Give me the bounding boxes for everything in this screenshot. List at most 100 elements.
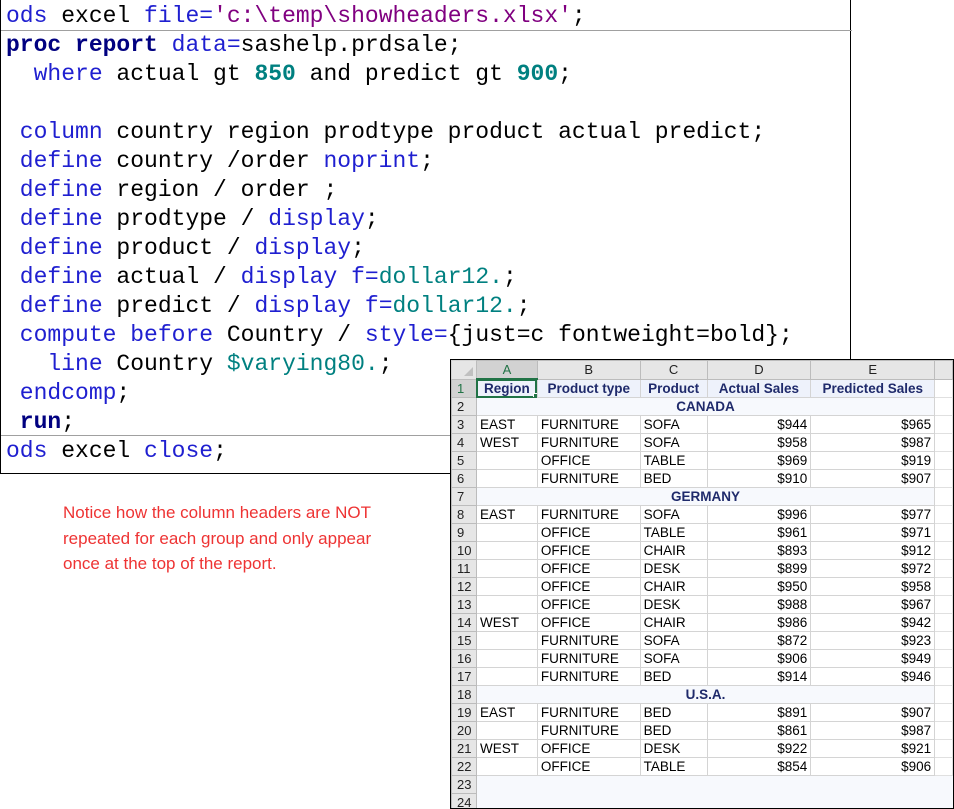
data-cell[interactable]: $988 [706, 595, 812, 614]
data-cell[interactable]: OFFICE [536, 451, 641, 470]
data-cell[interactable]: OFFICE [536, 541, 641, 560]
row-header[interactable]: 2 [451, 397, 477, 416]
data-cell[interactable]: OFFICE [536, 577, 641, 596]
empty-cell[interactable] [934, 631, 953, 650]
data-cell[interactable]: $977 [810, 505, 936, 524]
data-cell[interactable]: EAST [475, 505, 538, 524]
column-header-b[interactable]: B [536, 360, 641, 380]
data-cell[interactable]: $910 [706, 469, 812, 488]
data-cell[interactable]: FURNITURE [536, 703, 641, 722]
header-cell[interactable]: Product [639, 378, 708, 398]
data-cell[interactable]: CHAIR [639, 577, 708, 596]
empty-cell[interactable] [934, 757, 953, 776]
data-cell[interactable]: $996 [706, 505, 812, 524]
empty-cell[interactable] [934, 667, 953, 686]
data-cell[interactable] [475, 667, 538, 686]
data-cell[interactable]: BED [639, 667, 708, 686]
group-label-cell[interactable]: GERMANY [475, 487, 936, 506]
data-cell[interactable]: WEST [475, 433, 538, 452]
data-cell[interactable] [475, 523, 538, 542]
data-cell[interactable]: WEST [475, 739, 538, 758]
data-cell[interactable]: $914 [706, 667, 812, 686]
row-header[interactable]: 23 [451, 775, 477, 794]
row-header[interactable]: 13 [451, 595, 477, 614]
data-cell[interactable]: DESK [639, 559, 708, 578]
data-cell[interactable]: $961 [706, 523, 812, 542]
data-cell[interactable]: $969 [706, 451, 812, 470]
empty-cell[interactable] [934, 397, 953, 416]
empty-cell[interactable] [706, 775, 812, 794]
data-cell[interactable] [475, 541, 538, 560]
empty-cell[interactable] [934, 415, 953, 434]
empty-cell[interactable] [934, 793, 953, 808]
data-cell[interactable]: $950 [706, 577, 812, 596]
data-cell[interactable]: OFFICE [536, 613, 641, 632]
row-header[interactable]: 17 [451, 667, 477, 686]
data-cell[interactable]: $987 [810, 433, 936, 452]
data-cell[interactable]: DESK [639, 739, 708, 758]
empty-cell[interactable] [810, 793, 936, 808]
data-cell[interactable]: FURNITURE [536, 631, 641, 650]
data-cell[interactable]: OFFICE [536, 559, 641, 578]
data-cell[interactable]: $899 [706, 559, 812, 578]
data-cell[interactable]: SOFA [639, 505, 708, 524]
data-cell[interactable]: BED [639, 469, 708, 488]
data-cell[interactable]: SOFA [639, 433, 708, 452]
data-cell[interactable]: $912 [810, 541, 936, 560]
empty-cell[interactable] [934, 775, 953, 794]
column-header-a[interactable]: A [475, 360, 538, 380]
row-header[interactable]: 1 [451, 378, 477, 398]
column-header-e[interactable]: E [810, 360, 936, 380]
empty-cell[interactable] [639, 793, 708, 808]
row-header[interactable]: 16 [451, 649, 477, 668]
empty-cell[interactable] [934, 739, 953, 758]
empty-cell[interactable] [536, 793, 641, 808]
empty-cell[interactable] [934, 559, 953, 578]
data-cell[interactable]: $919 [810, 451, 936, 470]
empty-cell[interactable] [934, 721, 953, 740]
empty-cell[interactable] [934, 577, 953, 596]
row-header[interactable]: 14 [451, 613, 477, 632]
data-cell[interactable] [475, 631, 538, 650]
column-header-d[interactable]: D [706, 360, 812, 380]
data-cell[interactable]: FURNITURE [536, 415, 641, 434]
data-cell[interactable] [475, 577, 538, 596]
data-cell[interactable]: BED [639, 721, 708, 740]
row-header[interactable]: 4 [451, 433, 477, 452]
data-cell[interactable]: $921 [810, 739, 936, 758]
data-cell[interactable]: $906 [810, 757, 936, 776]
data-cell[interactable]: SOFA [639, 415, 708, 434]
data-cell[interactable]: TABLE [639, 451, 708, 470]
row-header[interactable]: 8 [451, 505, 477, 524]
empty-cell[interactable] [934, 649, 953, 668]
empty-cell[interactable] [934, 703, 953, 722]
data-cell[interactable] [475, 595, 538, 614]
data-cell[interactable]: OFFICE [536, 523, 641, 542]
data-cell[interactable]: FURNITURE [536, 667, 641, 686]
data-cell[interactable]: $872 [706, 631, 812, 650]
header-cell[interactable]: Product type [536, 378, 641, 398]
data-cell[interactable]: DESK [639, 595, 708, 614]
data-cell[interactable] [475, 559, 538, 578]
empty-cell[interactable] [934, 505, 953, 524]
data-cell[interactable]: $971 [810, 523, 936, 542]
empty-cell[interactable] [810, 775, 936, 794]
data-cell[interactable] [475, 451, 538, 470]
data-cell[interactable]: $907 [810, 703, 936, 722]
data-cell[interactable]: $893 [706, 541, 812, 560]
data-cell[interactable]: $942 [810, 613, 936, 632]
header-cell[interactable]: Predicted Sales [810, 378, 936, 398]
empty-cell[interactable] [934, 595, 953, 614]
row-header[interactable]: 20 [451, 721, 477, 740]
data-cell[interactable]: $861 [706, 721, 812, 740]
data-cell[interactable]: FURNITURE [536, 433, 641, 452]
row-header[interactable]: 7 [451, 487, 477, 506]
empty-cell[interactable] [934, 433, 953, 452]
data-cell[interactable]: $967 [810, 595, 936, 614]
data-cell[interactable]: FURNITURE [536, 469, 641, 488]
excel-spreadsheet[interactable]: A B C D E 1 Region Product type Product Actual Sa… [450, 359, 954, 809]
data-cell[interactable] [475, 649, 538, 668]
data-cell[interactable]: $972 [810, 559, 936, 578]
row-header[interactable]: 18 [451, 685, 477, 704]
data-cell[interactable]: FURNITURE [536, 649, 641, 668]
